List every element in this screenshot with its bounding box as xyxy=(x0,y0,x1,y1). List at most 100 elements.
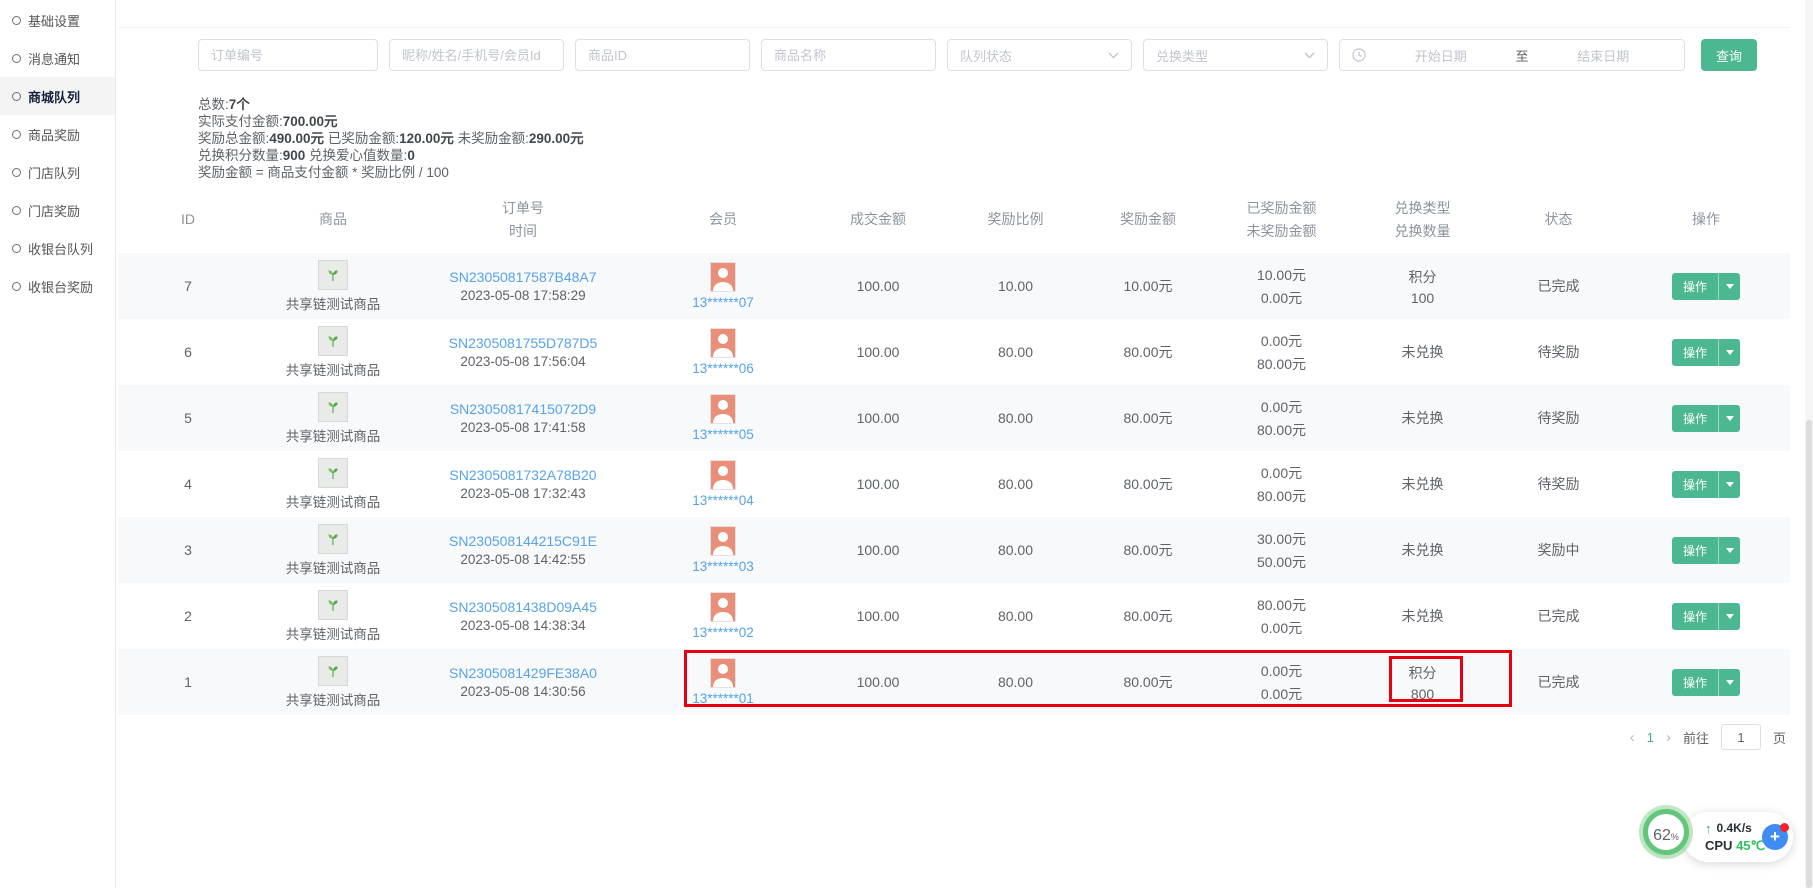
member-search-input[interactable] xyxy=(389,39,564,71)
action-button-label[interactable]: 操作 xyxy=(1672,537,1718,564)
product-image[interactable] xyxy=(318,458,348,488)
product-image[interactable] xyxy=(318,656,348,686)
member-avatar[interactable] xyxy=(710,328,736,358)
order-number-link[interactable]: SN2305081438D09A45 xyxy=(449,599,597,615)
row-id: 7 xyxy=(184,278,192,294)
action-cell: 操作 xyxy=(1622,583,1790,649)
product-id-input[interactable] xyxy=(575,39,750,71)
member-avatar[interactable] xyxy=(710,460,736,490)
header-line1: 商品 xyxy=(319,209,347,229)
order-no-input[interactable] xyxy=(198,39,378,71)
prev-page-button[interactable]: ‹ xyxy=(1630,729,1635,746)
product-image[interactable] xyxy=(318,326,348,356)
exchange-cell: 未兑换 xyxy=(1350,319,1495,385)
action-dropdown-button[interactable] xyxy=(1718,273,1740,300)
sidebar-item-基础设置[interactable]: 基础设置 xyxy=(0,1,115,39)
product-image[interactable] xyxy=(318,590,348,620)
action-button-label[interactable]: 操作 xyxy=(1672,603,1718,630)
rewarded-cell: 80.00元0.00元 xyxy=(1213,583,1350,649)
action-button-label[interactable]: 操作 xyxy=(1672,273,1718,300)
exchange-cell: 积分800 xyxy=(1350,649,1495,715)
member-cell: 13******04 xyxy=(638,451,808,517)
exchange-type-select[interactable]: 兑换类型 xyxy=(1143,39,1328,71)
member-avatar[interactable] xyxy=(710,394,736,424)
next-page-button[interactable]: › xyxy=(1666,729,1671,746)
search-button[interactable]: 查询 xyxy=(1701,39,1757,71)
scrollbar-thumb[interactable] xyxy=(1806,420,1812,888)
product-name: 共享链测试商品 xyxy=(286,557,381,577)
date-range-picker[interactable]: 开始日期 至 结束日期 xyxy=(1339,39,1685,71)
order-number-link[interactable]: SN23050817587B48A7 xyxy=(449,269,596,285)
action-dropdown-button[interactable] xyxy=(1718,339,1740,366)
member-avatar[interactable] xyxy=(710,658,736,688)
action-split-button[interactable]: 操作 xyxy=(1672,669,1740,696)
sidebar-item-label: 商城队列 xyxy=(28,87,80,106)
member-avatar[interactable] xyxy=(710,526,736,556)
table-row: 5共享链测试商品SN23050817415072D92023-05-08 17:… xyxy=(118,385,1790,451)
member-id-link[interactable]: 13******06 xyxy=(692,361,754,376)
expand-button[interactable]: + xyxy=(1762,824,1788,850)
amount-cell: 100.00 xyxy=(808,517,948,583)
goto-page-input[interactable] xyxy=(1721,724,1761,750)
order-number-link[interactable]: SN23050817415072D9 xyxy=(450,401,596,417)
action-button-label[interactable]: 操作 xyxy=(1672,405,1718,432)
sidebar-item-商城队列[interactable]: 商城队列 xyxy=(0,77,115,115)
member-id-link[interactable]: 13******02 xyxy=(692,625,754,640)
sidebar-item-门店队列[interactable]: 门店队列 xyxy=(0,153,115,191)
ratio-cell: 80.00 xyxy=(948,517,1083,583)
sidebar-item-门店奖励[interactable]: 门店奖励 xyxy=(0,191,115,229)
exchange-type: 未兑换 xyxy=(1402,474,1444,494)
order-number-link[interactable]: SN2305081429FE38A0 xyxy=(449,665,597,681)
order-number-link[interactable]: SN2305081732A78B20 xyxy=(449,467,596,483)
action-split-button[interactable]: 操作 xyxy=(1672,537,1740,564)
reward-cell: 80.00元 xyxy=(1083,649,1213,715)
amount-cell: 100.00 xyxy=(808,583,948,649)
caret-down-icon xyxy=(1726,350,1734,355)
page-scrollbar[interactable] xyxy=(1805,0,1813,888)
action-split-button[interactable]: 操作 xyxy=(1672,471,1740,498)
action-dropdown-button[interactable] xyxy=(1718,471,1740,498)
sidebar: 基础设置消息通知商城队列商品奖励门店队列门店奖励收银台队列收银台奖励 xyxy=(0,0,116,888)
sidebar-item-label: 收银台队列 xyxy=(28,239,93,258)
member-avatar[interactable] xyxy=(710,592,736,622)
member-id-link[interactable]: 13******07 xyxy=(692,295,754,310)
action-split-button[interactable]: 操作 xyxy=(1672,405,1740,432)
action-button-label[interactable]: 操作 xyxy=(1672,669,1718,696)
header-cell: 已奖励金额未奖励金额 xyxy=(1213,185,1350,253)
main-content: 队列状态 兑换类型 开始日期 至 结束日期 查询 总数:7个实际支付金额:700… xyxy=(118,0,1790,750)
member-id-link[interactable]: 13******04 xyxy=(692,493,754,508)
product-image[interactable] xyxy=(318,524,348,554)
sidebar-item-收银台队列[interactable]: 收银台队列 xyxy=(0,229,115,267)
usage-gauge[interactable]: 62 % xyxy=(1643,809,1689,855)
reward-amount: 80.00元 xyxy=(1123,540,1172,560)
sidebar-item-消息通知[interactable]: 消息通知 xyxy=(0,39,115,77)
member-id-link[interactable]: 13******01 xyxy=(692,691,754,706)
action-button-label[interactable]: 操作 xyxy=(1672,339,1718,366)
table-row: 4共享链测试商品SN2305081732A78B202023-05-08 17:… xyxy=(118,451,1790,517)
product-name-input[interactable] xyxy=(761,39,936,71)
product-image[interactable] xyxy=(318,260,348,290)
product-image[interactable] xyxy=(318,392,348,422)
summary-text: 总数: xyxy=(198,97,229,112)
queue-status-select[interactable]: 队列状态 xyxy=(947,39,1132,71)
action-button-label[interactable]: 操作 xyxy=(1672,471,1718,498)
action-dropdown-button[interactable] xyxy=(1718,537,1740,564)
action-dropdown-button[interactable] xyxy=(1718,669,1740,696)
action-split-button[interactable]: 操作 xyxy=(1672,603,1740,630)
page-number-1[interactable]: 1 xyxy=(1647,730,1654,745)
order-number-link[interactable]: SN2305081755D787D5 xyxy=(449,335,598,351)
sidebar-item-收银台奖励[interactable]: 收银台奖励 xyxy=(0,267,115,305)
member-id-link[interactable]: 13******05 xyxy=(692,427,754,442)
action-dropdown-button[interactable] xyxy=(1718,405,1740,432)
member-avatar[interactable] xyxy=(710,262,736,292)
action-split-button[interactable]: 操作 xyxy=(1672,339,1740,366)
member-id-link[interactable]: 13******03 xyxy=(692,559,754,574)
order-number-link[interactable]: SN230508144215C91E xyxy=(449,533,597,549)
sidebar-item-商品奖励[interactable]: 商品奖励 xyxy=(0,115,115,153)
rewarded-cell: 0.00元80.00元 xyxy=(1213,385,1350,451)
rewarded-amount: 80.00元 xyxy=(1257,595,1306,615)
action-split-button[interactable]: 操作 xyxy=(1672,273,1740,300)
row-id: 4 xyxy=(184,476,192,492)
product-cell: 共享链测试商品 xyxy=(258,649,408,715)
action-dropdown-button[interactable] xyxy=(1718,603,1740,630)
